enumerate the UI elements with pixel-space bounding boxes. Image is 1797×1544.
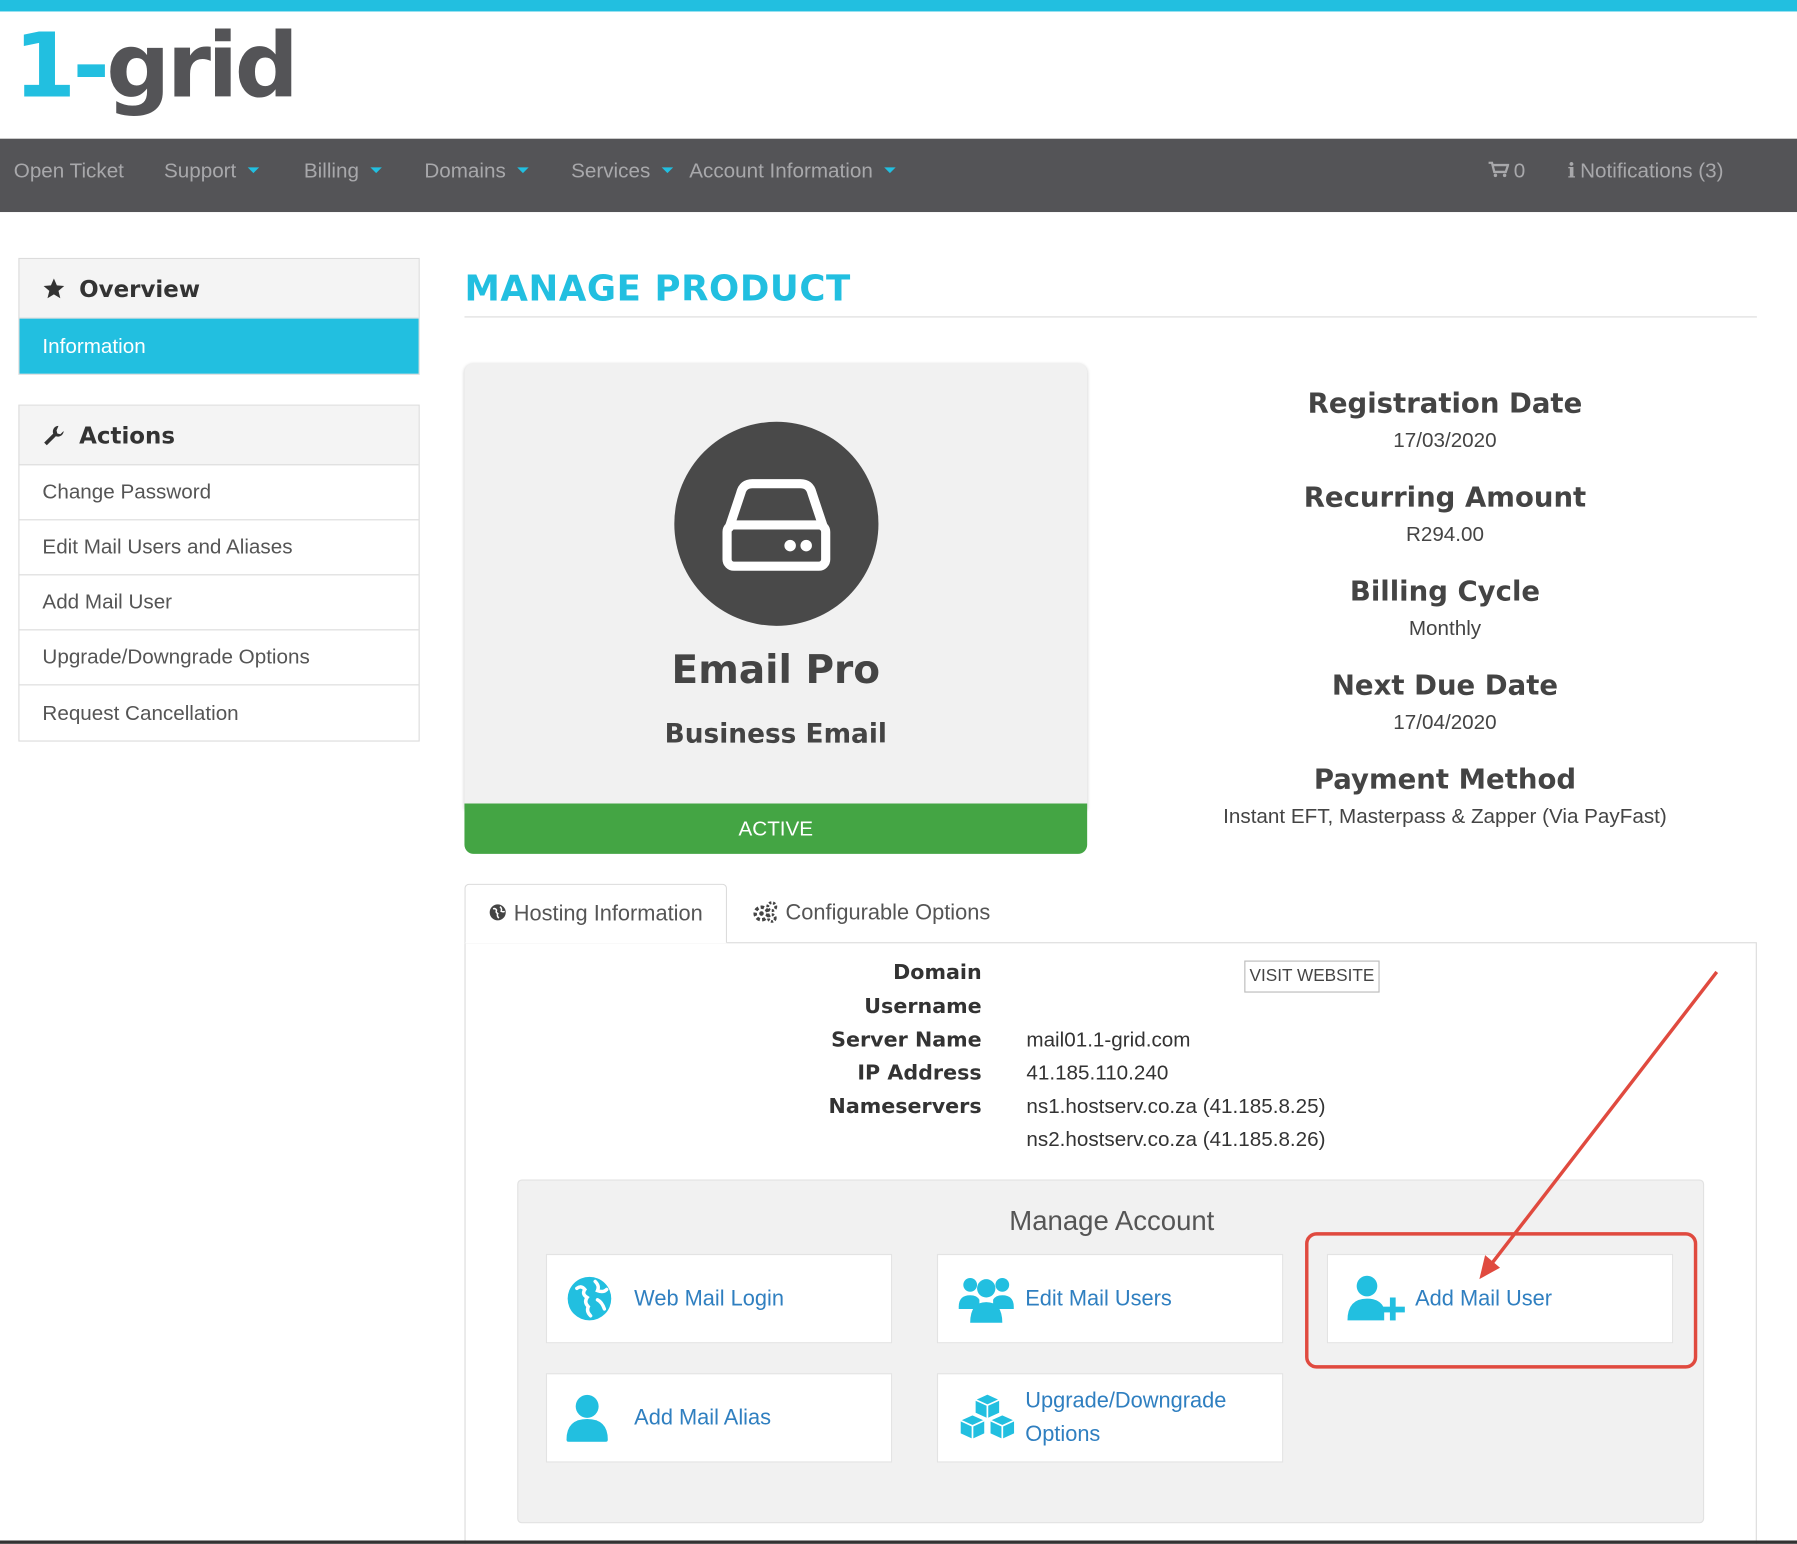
status-badge: ACTIVE xyxy=(464,803,1088,854)
nameserver-2-value: ns2.hostserv.co.za (41.185.8.26) xyxy=(1026,1127,1326,1151)
ip-address-value: 41.185.110.240 xyxy=(1026,1061,1169,1085)
users-icon xyxy=(958,1278,1014,1323)
annotation-highlight-box xyxy=(1305,1232,1698,1369)
sidebar-overview-panel: Overview Information xyxy=(18,257,420,375)
ip-address-label: IP Address xyxy=(857,1061,982,1086)
product-icon-circle xyxy=(674,421,879,626)
visit-website-button[interactable]: VISIT WEBSITE xyxy=(1244,960,1380,993)
top-accent-bar xyxy=(0,0,1797,12)
next-due-date-value: 17/04/2020 xyxy=(1393,710,1497,734)
sidebar-item-edit-mail-users[interactable]: Edit Mail Users and Aliases xyxy=(19,520,419,576)
globe-icon xyxy=(567,1276,612,1321)
server-name-label: Server Name xyxy=(831,1028,982,1053)
nameservers-label: Nameservers xyxy=(828,1094,982,1119)
info-icon: i xyxy=(1567,159,1576,184)
main-navbar: Open Ticket Support Billing Domains Serv… xyxy=(0,138,1797,213)
server-name-value: mail01.1-grid.com xyxy=(1026,1028,1191,1052)
caret-down-icon xyxy=(247,167,260,173)
nav-billing[interactable]: Billing xyxy=(304,139,382,212)
nav-services[interactable]: Services xyxy=(571,139,674,212)
product-card: Email Pro Business Email ACTIVE xyxy=(464,363,1088,854)
globe-small-icon xyxy=(489,904,506,921)
nav-support[interactable]: Support xyxy=(164,139,260,212)
billing-cycle-value: Monthly xyxy=(1408,616,1482,640)
registration-date-label: Registration Date xyxy=(1307,387,1583,420)
username-label: Username xyxy=(864,994,982,1019)
add-mail-alias-tile[interactable]: Add Mail Alias xyxy=(545,1373,893,1463)
payment-method-label: Payment Method xyxy=(1313,763,1577,796)
cart-icon xyxy=(1488,161,1510,178)
edit-mail-users-tile[interactable]: Edit Mail Users xyxy=(936,1253,1284,1344)
user-icon xyxy=(566,1394,608,1442)
sidebar-item-change-password[interactable]: Change Password xyxy=(19,465,419,521)
tab-hosting-information[interactable]: Hosting Information xyxy=(464,883,727,944)
nav-open-ticket[interactable]: Open Ticket xyxy=(14,139,124,212)
product-card-body: Email Pro Business Email xyxy=(464,363,1088,809)
cubes-icon xyxy=(959,1392,1016,1441)
nav-domains[interactable]: Domains xyxy=(424,139,529,212)
star-icon xyxy=(43,277,65,298)
sidebar-item-information[interactable]: Information xyxy=(19,318,419,374)
nameserver-1-value: ns1.hostserv.co.za (41.185.8.25) xyxy=(1026,1094,1326,1118)
recurring-amount-label: Recurring Amount xyxy=(1303,481,1587,514)
upgrade-downgrade-label: Upgrade/Downgrade Options xyxy=(1025,1389,1227,1447)
web-mail-login-tile[interactable]: Web Mail Login xyxy=(545,1253,893,1344)
cogs-icon xyxy=(753,901,778,923)
hdd-icon xyxy=(722,479,831,571)
caret-down-icon xyxy=(370,167,382,173)
sidebar-item-request-cancellation[interactable]: Request Cancellation xyxy=(19,685,418,740)
recurring-amount-value: R294.00 xyxy=(1405,522,1484,546)
product-group: Business Email xyxy=(664,719,887,750)
next-due-date-label: Next Due Date xyxy=(1331,669,1559,702)
sidebar-item-add-mail-user[interactable]: Add Mail User xyxy=(19,575,419,631)
bottom-border xyxy=(0,1540,1797,1544)
registration-date-value: 17/03/2020 xyxy=(1393,428,1497,452)
upgrade-downgrade-tile[interactable]: Upgrade/Downgrade Options xyxy=(936,1373,1284,1463)
nav-notifications[interactable]: i Notifications (3) xyxy=(1568,139,1724,212)
wrench-icon xyxy=(44,425,64,445)
nav-cart[interactable]: 0 xyxy=(1488,139,1525,212)
caret-down-icon xyxy=(517,167,529,173)
tab-bar: Hosting Information Configurable Options xyxy=(464,883,1756,944)
sidebar-actions-panel: Actions Change Password Edit Mail Users … xyxy=(18,404,420,742)
page-title: MANAGE PRODUCT xyxy=(464,268,851,310)
product-details: Registration Date 17/03/2020 Recurring A… xyxy=(1158,384,1731,854)
title-divider xyxy=(464,316,1757,318)
caret-down-icon xyxy=(884,167,896,173)
sidebar-item-upgrade-downgrade[interactable]: Upgrade/Downgrade Options xyxy=(19,630,419,686)
payment-method-value: Instant EFT, Masterpass & Zapper (Via Pa… xyxy=(1223,804,1667,828)
domain-label: Domain xyxy=(893,960,982,985)
billing-cycle-label: Billing Cycle xyxy=(1349,575,1541,608)
nav-account-information[interactable]: Account Information xyxy=(689,139,896,212)
site-logo[interactable]: 1- grid xyxy=(14,21,299,124)
sidebar-actions-header: Actions xyxy=(19,405,419,466)
caret-down-icon xyxy=(661,167,674,173)
tab-configurable-options[interactable]: Configurable Options xyxy=(728,884,1013,944)
sidebar-overview-header: Overview xyxy=(19,259,419,319)
product-name: Email Pro xyxy=(671,647,881,694)
